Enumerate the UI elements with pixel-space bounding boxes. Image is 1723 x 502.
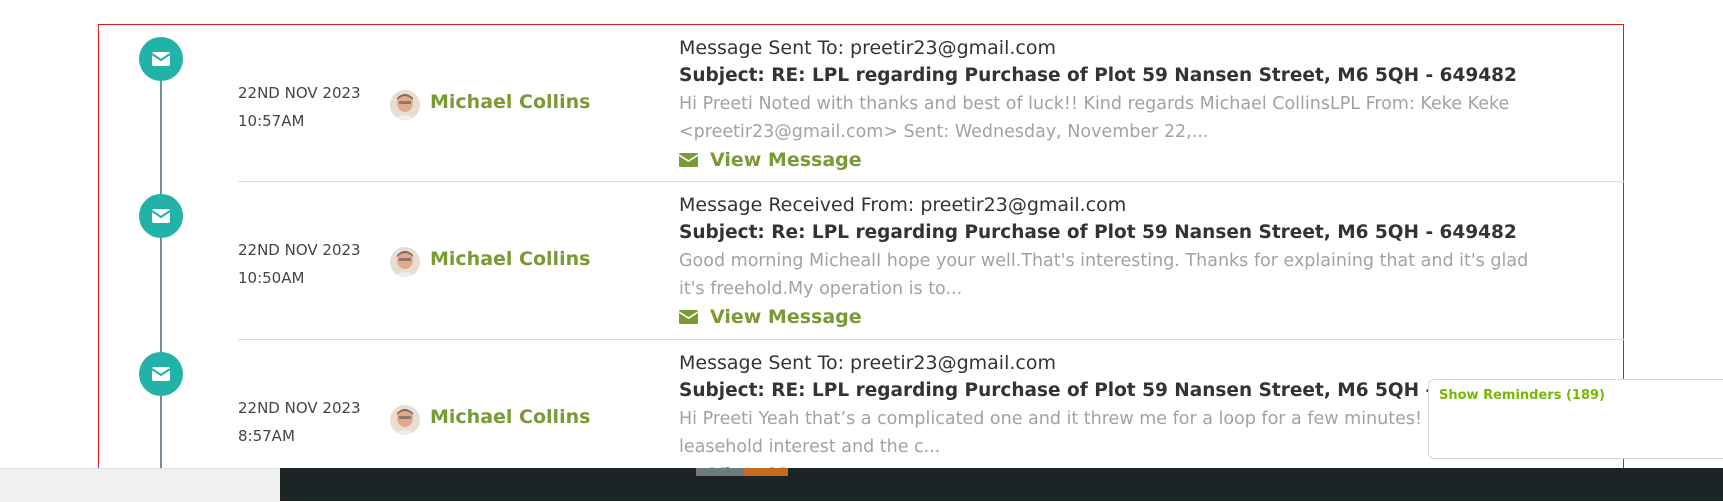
view-message-label: View Message <box>710 149 862 171</box>
envelope-icon <box>679 153 698 167</box>
message-preview: Hi Preeti Yeah that’s a complicated one … <box>679 409 1528 457</box>
message-address: Message Sent To: preetir23@gmail.com <box>679 352 1056 374</box>
entry-time: 10:57AM <box>238 112 305 130</box>
toolbar-tab[interactable] <box>744 468 788 476</box>
show-reminders-label: Show Reminders (189) <box>1439 388 1605 403</box>
entry-date: 22ND NOV 2023 <box>238 241 361 259</box>
envelope-icon <box>139 37 183 81</box>
message-summary: Message Sent To: preetir23@gmail.com Sub… <box>679 34 1539 174</box>
envelope-icon <box>679 310 698 324</box>
message-subject: Subject: Re: LPL regarding Purchase of P… <box>679 222 1517 243</box>
envelope-icon <box>139 194 183 238</box>
message-preview: Good morning MichealI hope your well.Tha… <box>679 251 1529 299</box>
entry-divider <box>238 339 1624 340</box>
avatar <box>390 405 420 435</box>
entry-time: 10:50AM <box>238 269 305 287</box>
entry-date: 22ND NOV 2023 <box>238 399 361 417</box>
avatar <box>390 90 420 120</box>
avatar <box>390 247 420 277</box>
message-subject: Subject: RE: LPL regarding Purchase of P… <box>679 380 1517 401</box>
message-address: Message Received From: preetir23@gmail.c… <box>679 194 1127 216</box>
entry-datetime: 22ND NOV 2023 10:57AM <box>238 79 361 135</box>
sender-name[interactable]: Michael Collins <box>430 91 590 113</box>
bottom-toolbar <box>280 468 1723 501</box>
view-message-link[interactable]: View Message <box>679 303 1539 331</box>
toolbar-tab[interactable] <box>696 468 744 476</box>
message-subject: Subject: RE: LPL regarding Purchase of P… <box>679 65 1517 86</box>
message-address: Message Sent To: preetir23@gmail.com <box>679 37 1056 59</box>
view-message-label: View Message <box>710 306 862 328</box>
entry-date: 22ND NOV 2023 <box>238 84 361 102</box>
view-message-link[interactable]: View Message <box>679 146 1539 174</box>
envelope-icon <box>139 352 183 396</box>
entry-time: 8:57AM <box>238 427 295 445</box>
sender-name[interactable]: Michael Collins <box>430 406 590 428</box>
message-summary: Message Received From: preetir23@gmail.c… <box>679 191 1539 331</box>
entry-divider <box>238 181 1624 182</box>
entry-datetime: 22ND NOV 2023 10:50AM <box>238 236 361 292</box>
message-preview: Hi Preeti Noted with thanks and best of … <box>679 94 1510 142</box>
timeline-entry: 22ND NOV 2023 10:57AM Michael Collins Me… <box>0 26 1723 184</box>
sender-name[interactable]: Michael Collins <box>430 248 590 270</box>
show-reminders-button[interactable]: Show Reminders (189) <box>1428 379 1723 459</box>
timeline-entry: 22ND NOV 2023 10:50AM Michael Collins Me… <box>0 183 1723 341</box>
page-footer-left <box>0 468 280 502</box>
entry-datetime: 22ND NOV 2023 8:57AM <box>238 394 361 450</box>
